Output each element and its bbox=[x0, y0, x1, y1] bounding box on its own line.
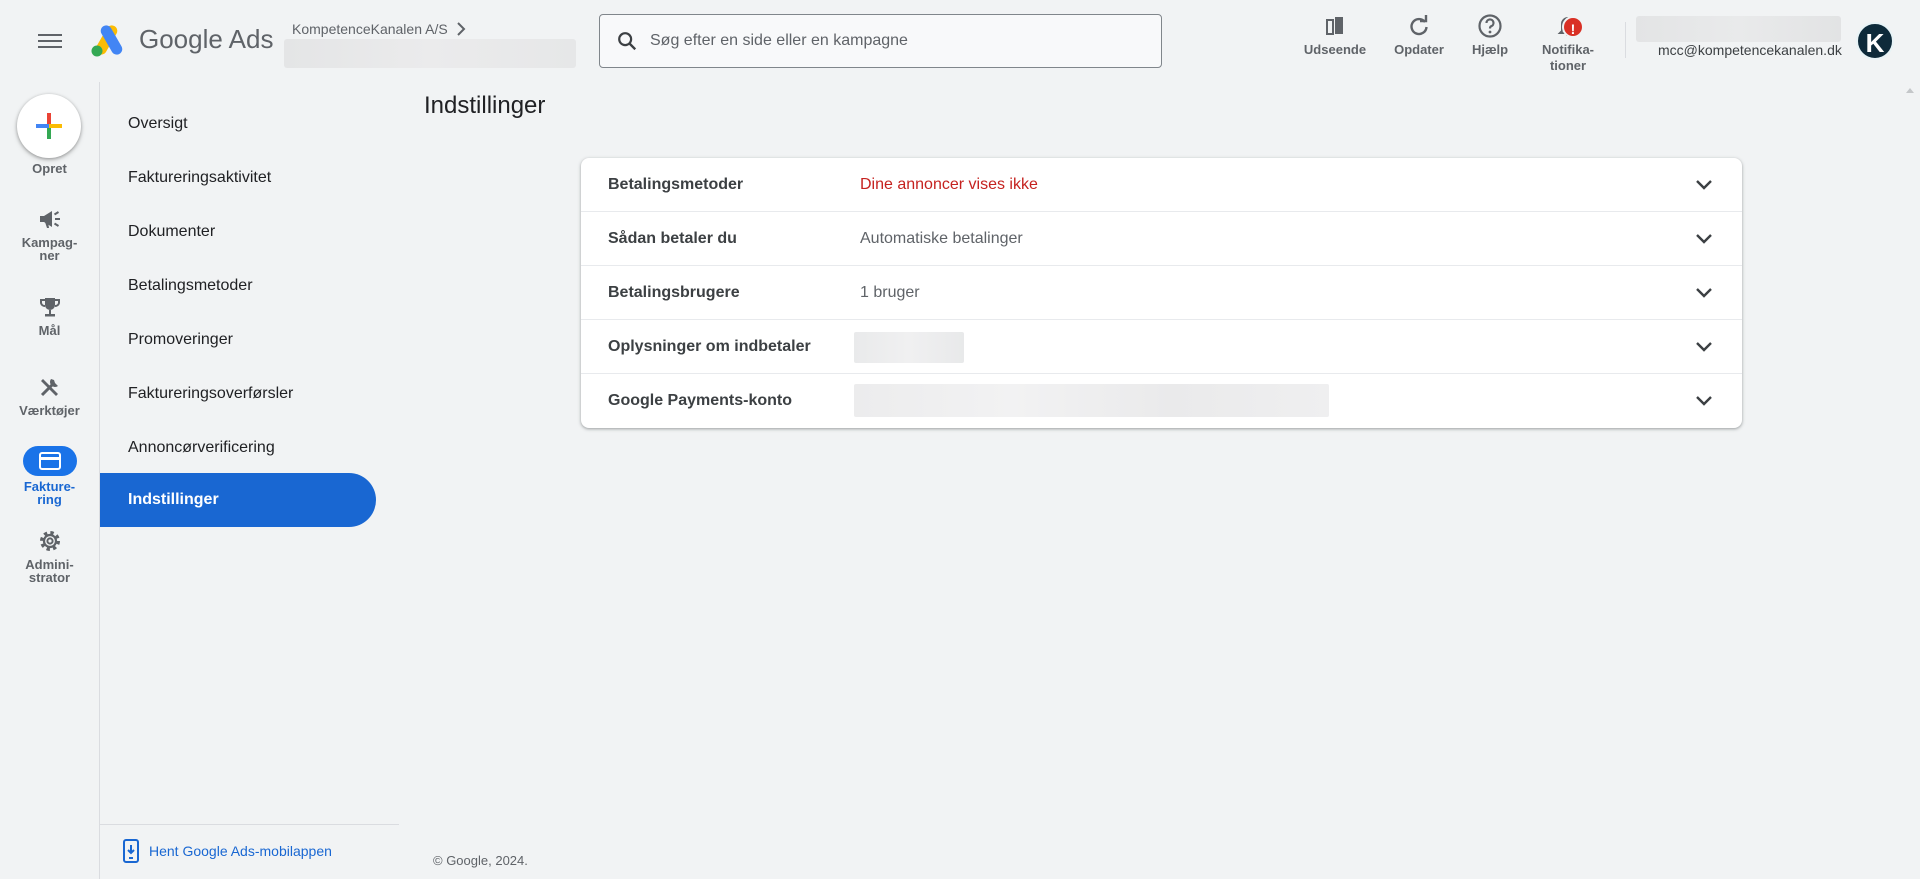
top-bar: Google Ads KompetenceKanalen A/S Udseend… bbox=[0, 0, 1920, 82]
user-name-redacted bbox=[1636, 16, 1841, 42]
rail-item-tools[interactable]: Værktøjer bbox=[0, 372, 99, 417]
account-id-redacted bbox=[284, 39, 576, 68]
left-rail: Opret Kampag-ner Mål Værktøjer Fakture-r… bbox=[0, 82, 99, 879]
payer-info-redacted bbox=[854, 332, 964, 363]
avatar[interactable]: K bbox=[1856, 22, 1894, 60]
subnav-item-advertiser-verification[interactable]: Annoncørverificering bbox=[100, 421, 376, 475]
rail-item-goals-line1: Mål bbox=[38, 323, 61, 338]
rail-item-campaigns[interactable]: Kampag-ner bbox=[0, 204, 99, 262]
google-ads-logo-icon bbox=[91, 25, 123, 57]
chevron-down-icon bbox=[1696, 180, 1712, 190]
mobile-app-label: Hent Google Ads-mobilappen bbox=[149, 843, 332, 859]
account-breadcrumb[interactable]: KompetenceKanalen A/S bbox=[292, 21, 466, 37]
create-button[interactable] bbox=[17, 94, 81, 158]
refresh-button[interactable]: Opdater bbox=[1388, 12, 1450, 58]
billing-subnav: Oversigt Faktureringsaktivitet Dokumente… bbox=[99, 82, 399, 879]
settings-row-payment-users[interactable]: Betalingsbrugere 1 bruger bbox=[581, 266, 1742, 320]
settings-card: Betalingsmetoder Dine annoncer vises ikk… bbox=[581, 158, 1742, 428]
tools-icon bbox=[40, 379, 58, 397]
subnav-item-billing-activity[interactable]: Faktureringsaktivitet bbox=[100, 151, 376, 205]
refresh-icon bbox=[1410, 15, 1428, 36]
search-icon bbox=[618, 32, 637, 51]
chevron-down-icon bbox=[1696, 234, 1712, 244]
row-key: Betalingsmetoder bbox=[608, 176, 744, 193]
help-icon bbox=[1478, 14, 1502, 38]
copyright: © Google, 2024. bbox=[433, 853, 528, 868]
user-email[interactable]: mcc@kompetencekanalen.dk bbox=[1658, 42, 1842, 58]
payments-account-redacted bbox=[854, 384, 1329, 417]
subnav-item-payment-methods[interactable]: Betalingsmetoder bbox=[100, 259, 376, 313]
refresh-label: Opdater bbox=[1394, 42, 1444, 57]
create-label[interactable]: Opret bbox=[0, 162, 99, 175]
row-value: 1 bruger bbox=[860, 284, 920, 301]
row-key: Sådan betaler du bbox=[608, 230, 737, 247]
rail-item-tools-line1: Værktøjer bbox=[19, 403, 80, 418]
search-box[interactable] bbox=[599, 14, 1162, 68]
subnav-item-billing-transfers[interactable]: Faktureringsoverførsler bbox=[100, 367, 376, 421]
rail-item-billing[interactable]: Fakture-ring bbox=[0, 446, 99, 506]
notifications-label-line1: Notifika- bbox=[1542, 42, 1594, 57]
row-key: Betalingsbrugere bbox=[608, 284, 740, 301]
brand-ads: Ads bbox=[228, 24, 274, 54]
settings-row-how-you-pay[interactable]: Sådan betaler du Automatiske betalinger bbox=[581, 212, 1742, 266]
brand-google: Google bbox=[139, 24, 223, 54]
appearance-button[interactable]: Udseende bbox=[1300, 12, 1370, 58]
search-input[interactable] bbox=[650, 32, 1130, 50]
trophy-icon bbox=[39, 298, 60, 317]
subnav-item-documents[interactable]: Dokumenter bbox=[100, 205, 376, 259]
rail-item-admin-line2: strator bbox=[28, 570, 71, 585]
settings-row-payments-account[interactable]: Google Payments-konto bbox=[581, 374, 1742, 428]
rail-item-billing-line2: ring bbox=[37, 492, 62, 507]
notifications-label-line2: tioner bbox=[1549, 58, 1587, 73]
scroll-up-arrow-icon[interactable] bbox=[1906, 88, 1914, 93]
rail-item-campaigns-line2: ner bbox=[39, 248, 60, 263]
rail-item-goals[interactable]: Mål bbox=[0, 292, 99, 337]
row-value-warning: Dine annoncer vises ikke bbox=[860, 176, 1038, 193]
menu-icon[interactable] bbox=[38, 30, 62, 50]
row-key: Google Payments-konto bbox=[608, 392, 793, 409]
appearance-icon bbox=[1326, 17, 1343, 35]
megaphone-icon bbox=[39, 211, 60, 228]
notifications-button[interactable]: ! Notifika-tioner bbox=[1536, 12, 1600, 74]
brand-name: Google Ads bbox=[139, 24, 273, 55]
notification-badge: ! bbox=[1562, 16, 1584, 38]
chevron-down-icon bbox=[1696, 288, 1712, 298]
page-title: Indstillinger bbox=[424, 92, 546, 119]
plus-icon bbox=[36, 113, 62, 139]
help-label: Hjælp bbox=[1471, 42, 1509, 57]
account-name: KompetenceKanalen A/S bbox=[292, 21, 448, 37]
subnav-item-settings[interactable]: Indstillinger bbox=[100, 473, 376, 527]
chevron-down-icon bbox=[1696, 342, 1712, 352]
subnav-item-promotions[interactable]: Promoveringer bbox=[100, 313, 376, 367]
help-button[interactable]: Hjælp bbox=[1464, 12, 1516, 58]
row-value: Automatiske betalinger bbox=[860, 230, 1023, 247]
credit-card-icon bbox=[38, 452, 61, 470]
subnav-item-overview[interactable]: Oversigt bbox=[100, 97, 376, 151]
gear-icon bbox=[39, 531, 60, 551]
rail-item-admin[interactable]: Admini-strator bbox=[0, 526, 99, 584]
row-key: Oplysninger om indbetaler bbox=[608, 338, 811, 355]
chevron-down-icon bbox=[1696, 396, 1712, 406]
settings-row-payment-methods[interactable]: Betalingsmetoder Dine annoncer vises ikk… bbox=[581, 158, 1742, 212]
phone-download-icon bbox=[123, 839, 139, 863]
settings-row-payer-info[interactable]: Oplysninger om indbetaler bbox=[581, 320, 1742, 374]
appearance-label: Udseende bbox=[1303, 42, 1367, 57]
mobile-app-link[interactable]: Hent Google Ads-mobilappen bbox=[100, 824, 399, 863]
chevron-right-icon bbox=[456, 22, 466, 36]
toolbar-divider bbox=[1625, 22, 1626, 58]
